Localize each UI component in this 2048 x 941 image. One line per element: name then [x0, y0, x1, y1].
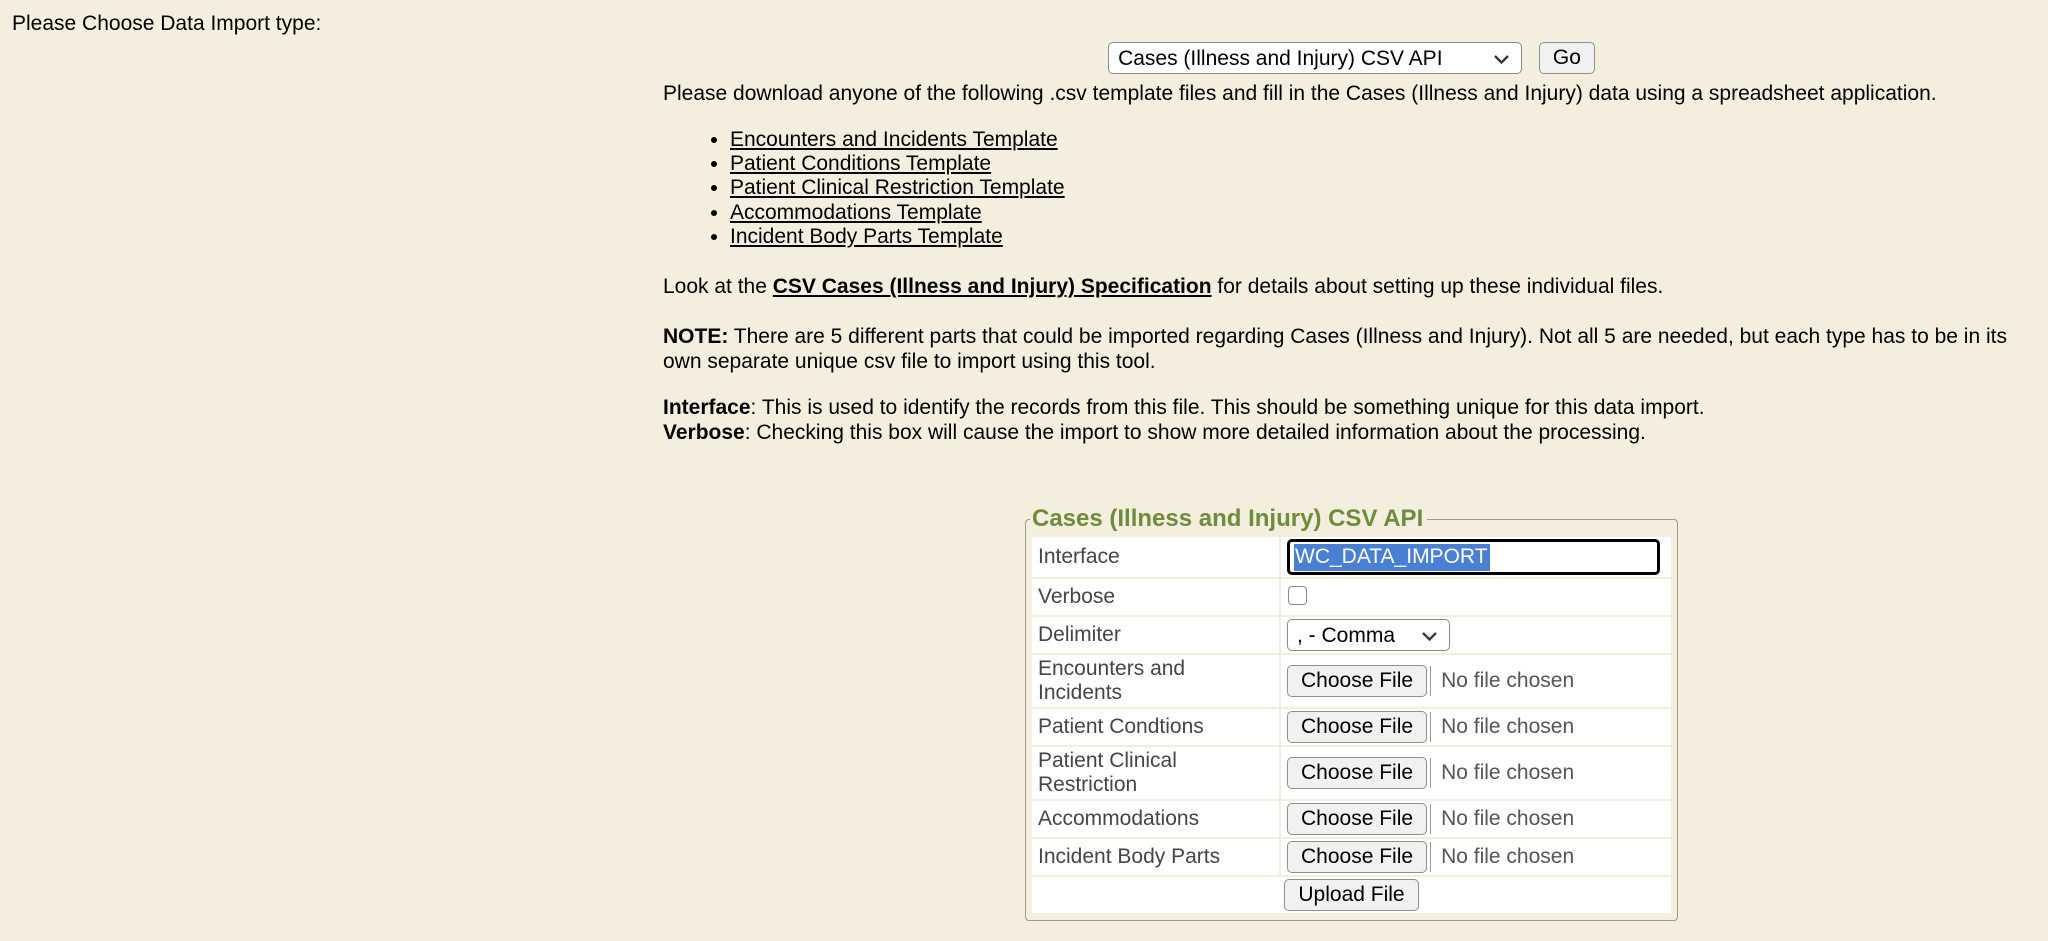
spec-text-after: for details about setting up these indiv… — [1212, 275, 1664, 298]
list-item: Incident Body Parts Template — [730, 225, 2040, 249]
verbose-hint-label: Verbose — [663, 421, 745, 444]
fieldset-legend: Cases (Illness and Injury) CSV API — [1030, 505, 1427, 533]
incident-body-parts-file-label: Incident Body Parts — [1032, 839, 1279, 875]
spec-text-before: Look at the — [663, 275, 773, 298]
table-row-upload: Upload File — [1032, 877, 1671, 913]
verbose-hint-text: : Checking this box will cause the impor… — [745, 421, 1646, 444]
delimiter-cell: , - Comma — [1281, 617, 1671, 653]
accommodations-file-input: Choose File No file chosen — [1287, 803, 1665, 835]
interface-cell: WC_DATA_IMPORT — [1281, 537, 1671, 577]
divider — [1430, 666, 1431, 696]
upload-form: Cases (Illness and Injury) CSV API Inter… — [663, 505, 2040, 921]
list-item: Patient Conditions Template — [730, 152, 2040, 176]
field-hints: Interface: This is used to identify the … — [663, 395, 2040, 445]
divider — [1430, 842, 1431, 872]
incident-body-parts-template-link[interactable]: Incident Body Parts Template — [730, 225, 1003, 248]
patient-conditions-template-link[interactable]: Patient Conditions Template — [730, 152, 991, 175]
table-row-clinical-restriction-file: Patient Clinical Restriction Choose File… — [1032, 747, 1671, 799]
verbose-checkbox[interactable] — [1288, 586, 1307, 605]
accommodations-file-status: No file chosen — [1441, 807, 1574, 831]
table-row-interface: Interface WC_DATA_IMPORT — [1032, 537, 1671, 577]
page-title: Please Choose Data Import type: — [12, 12, 2048, 36]
patient-clinical-restriction-template-link[interactable]: Patient Clinical Restriction Template — [730, 176, 1065, 199]
interface-label: Interface — [1032, 537, 1279, 577]
table-row-patient-conditions-file: Patient Condtions Choose File No file ch… — [1032, 709, 1671, 745]
template-link-list: Encounters and Incidents Template Patien… — [663, 128, 2040, 249]
encounters-choose-file-button[interactable]: Choose File — [1287, 665, 1427, 697]
interface-input-selected-text: WC_DATA_IMPORT — [1294, 544, 1490, 571]
encounters-file-input: Choose File No file chosen — [1287, 665, 1665, 697]
encounters-file-cell: Choose File No file chosen — [1281, 655, 1671, 707]
accommodations-file-cell: Choose File No file chosen — [1281, 801, 1671, 837]
list-item: Accommodations Template — [730, 201, 2040, 225]
table-row-incident-body-parts-file: Incident Body Parts Choose File No file … — [1032, 839, 1671, 875]
clinical-restriction-file-cell: Choose File No file chosen — [1281, 747, 1671, 799]
table-row-delimiter: Delimiter , - Comma — [1032, 617, 1671, 653]
list-item: Patient Clinical Restriction Template — [730, 176, 2040, 200]
encounters-incidents-template-link[interactable]: Encounters and Incidents Template — [730, 128, 1058, 151]
import-type-select[interactable]: Cases (Illness and Injury) CSV API — [1108, 42, 1522, 74]
incident-body-parts-file-status: No file chosen — [1441, 845, 1574, 869]
import-type-select-wrap: Cases (Illness and Injury) CSV API — [1108, 42, 1522, 74]
incident-body-parts-file-input: Choose File No file chosen — [1287, 841, 1665, 873]
verbose-cell — [1281, 579, 1671, 615]
delimiter-label: Delimiter — [1032, 617, 1279, 653]
upload-form-table: Interface WC_DATA_IMPORT Verbose Delimit… — [1030, 535, 1673, 915]
divider — [1430, 758, 1431, 788]
accommodations-choose-file-button[interactable]: Choose File — [1287, 803, 1427, 835]
spec-line: Look at the CSV Cases (Illness and Injur… — [663, 275, 2040, 299]
interface-hint-text: : This is used to identify the records f… — [751, 396, 1705, 419]
note-line: NOTE: There are 5 different parts that c… — [663, 324, 2040, 374]
encounters-file-label: Encounters and Incidents — [1032, 655, 1279, 707]
import-type-row: Cases (Illness and Injury) CSV API Go — [663, 42, 2040, 74]
note-text: There are 5 different parts that could b… — [663, 325, 2007, 373]
divider — [1430, 804, 1431, 834]
delimiter-select-wrap: , - Comma — [1287, 619, 1450, 651]
patient-conditions-file-label: Patient Condtions — [1032, 709, 1279, 745]
accommodations-template-link[interactable]: Accommodations Template — [730, 201, 982, 224]
csv-api-fieldset: Cases (Illness and Injury) CSV API Inter… — [1025, 505, 1678, 921]
csv-spec-link[interactable]: CSV Cases (Illness and Injury) Specifica… — [773, 275, 1212, 298]
patient-conditions-file-cell: Choose File No file chosen — [1281, 709, 1671, 745]
table-row-encounters-file: Encounters and Incidents Choose File No … — [1032, 655, 1671, 707]
divider — [1430, 712, 1431, 742]
patient-conditions-choose-file-button[interactable]: Choose File — [1287, 711, 1427, 743]
encounters-file-status: No file chosen — [1441, 669, 1574, 693]
clinical-restriction-choose-file-button[interactable]: Choose File — [1287, 757, 1427, 789]
list-item: Encounters and Incidents Template — [730, 128, 2040, 152]
incident-body-parts-file-cell: Choose File No file chosen — [1281, 839, 1671, 875]
interface-hint-label: Interface — [663, 396, 751, 419]
verbose-label: Verbose — [1032, 579, 1279, 615]
clinical-restriction-file-input: Choose File No file chosen — [1287, 757, 1665, 789]
accommodations-file-label: Accommodations — [1032, 801, 1279, 837]
clinical-restriction-file-status: No file chosen — [1441, 761, 1574, 785]
table-row-accommodations-file: Accommodations Choose File No file chose… — [1032, 801, 1671, 837]
upload-cell: Upload File — [1032, 877, 1671, 913]
main-content: Cases (Illness and Injury) CSV API Go Pl… — [663, 42, 2048, 921]
upload-file-button[interactable]: Upload File — [1284, 879, 1418, 911]
delimiter-select[interactable]: , - Comma — [1287, 619, 1450, 651]
patient-conditions-file-status: No file chosen — [1441, 715, 1574, 739]
intro-text: Please download anyone of the following … — [663, 82, 2040, 106]
table-row-verbose: Verbose — [1032, 579, 1671, 615]
interface-input[interactable]: WC_DATA_IMPORT — [1287, 539, 1660, 575]
go-button[interactable]: Go — [1539, 42, 1595, 74]
clinical-restriction-file-label: Patient Clinical Restriction — [1032, 747, 1279, 799]
patient-conditions-file-input: Choose File No file chosen — [1287, 711, 1665, 743]
note-label: NOTE: — [663, 325, 728, 348]
incident-body-parts-choose-file-button[interactable]: Choose File — [1287, 841, 1427, 873]
